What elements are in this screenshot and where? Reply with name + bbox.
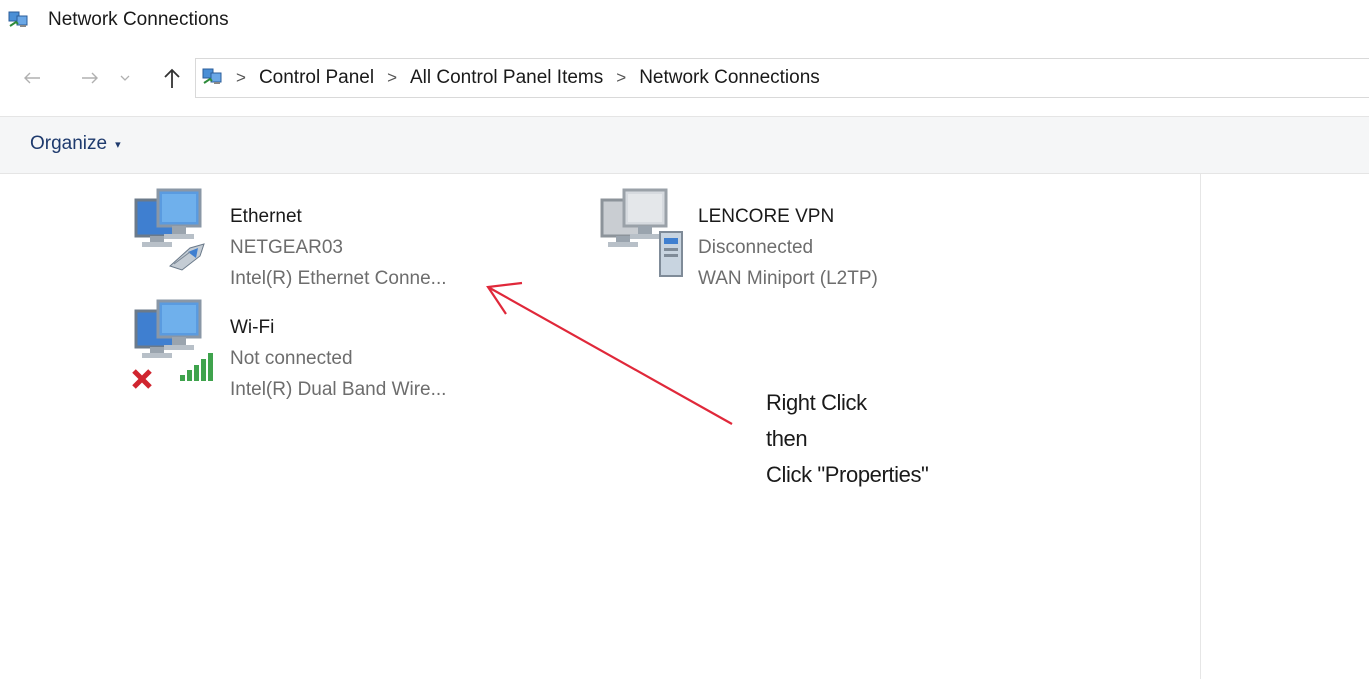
annotation-line: Right Click bbox=[766, 390, 867, 415]
annotation-note: Right Click then Click "Properties" bbox=[766, 385, 929, 493]
annotation-line: then bbox=[766, 426, 808, 451]
annotation-arrow bbox=[486, 281, 733, 425]
annotation-line: Click "Properties" bbox=[766, 462, 929, 487]
